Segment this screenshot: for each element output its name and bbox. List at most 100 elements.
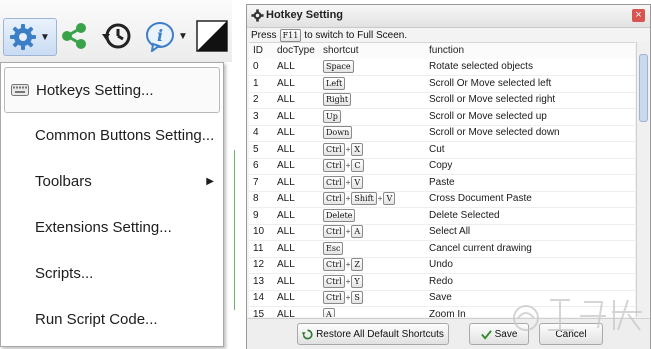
hotkey-table-body: 0 ALL Space Rotate selected objects 1 ALL Left…	[249, 59, 635, 317]
row-function: Zoom In	[429, 308, 466, 318]
key-badge: Left	[323, 76, 346, 90]
row-doctype: ALL	[277, 61, 295, 72]
row-function: Cross Document Paste	[429, 193, 532, 204]
shortcut-cell[interactable]: Up	[323, 109, 341, 123]
shortcut-cell[interactable]: Esc	[323, 241, 344, 255]
watermark-logo	[513, 299, 642, 331]
shortcut-cell[interactable]: Ctrl + S	[323, 291, 363, 304]
help-dropdown-button[interactable]: i ▼	[144, 18, 192, 54]
scrollbar-thumb[interactable]	[639, 54, 648, 122]
menu-item-extensions-setting[interactable]: Extensions Setting...	[4, 205, 218, 249]
row-id: 3	[253, 110, 259, 122]
row-id: 2	[253, 94, 259, 105]
row-function: Redo	[429, 275, 453, 287]
history-icon	[101, 20, 133, 52]
key-badge: S	[351, 291, 363, 304]
shortcut-cell[interactable]: Ctrl + Z	[323, 258, 363, 271]
fullscreen-hint: Press F11 to switch to Full Sceen.	[251, 29, 407, 42]
row-doctype: ALL	[277, 94, 295, 105]
row-doctype: ALL	[277, 127, 295, 138]
column-header-shortcut[interactable]: shortcut	[323, 45, 359, 56]
table-row[interactable]: 7 ALL Ctrl + V Paste	[249, 175, 635, 192]
key-separator: +	[345, 260, 351, 269]
toolbar: ▼ i ▼	[0, 0, 232, 63]
table-row[interactable]: 5 ALL Ctrl + X Cut	[249, 142, 635, 159]
row-id: 5	[253, 143, 259, 155]
restore-defaults-button[interactable]: Restore All Default Shortcuts	[297, 323, 449, 345]
key-badge: V	[383, 192, 396, 205]
key-badge: Ctrl	[323, 192, 345, 205]
row-doctype: ALL	[277, 259, 295, 270]
key-separator: +	[345, 161, 351, 170]
contrast-button[interactable]	[196, 18, 230, 54]
menu-item-hotkeys-setting[interactable]: Hotkeys Setting...	[4, 67, 220, 113]
dialog-titlebar[interactable]: Hotkey Setting ×	[247, 5, 650, 28]
table-row[interactable]: 11 ALL Esc Cancel current drawing	[249, 241, 635, 258]
table-row[interactable]: 8 ALL Ctrl + Shift + V Cross Document Paste	[249, 191, 635, 208]
row-id: 0	[253, 61, 259, 72]
gear-icon	[8, 22, 38, 52]
key-badge: Ctrl	[323, 258, 345, 271]
column-header-function[interactable]: function	[429, 45, 464, 56]
row-id: 8	[253, 193, 259, 204]
row-id: 1	[253, 77, 259, 89]
shortcut-cell[interactable]: Ctrl + X	[323, 142, 364, 156]
row-doctype: ALL	[277, 242, 295, 254]
key-badge: Right	[323, 93, 352, 106]
vertical-scrollbar[interactable]	[636, 42, 649, 317]
key-badge: Ctrl	[323, 225, 345, 238]
shortcut-cell[interactable]: Right	[323, 93, 352, 106]
row-doctype: ALL	[277, 110, 295, 122]
shortcut-cell[interactable]: Ctrl + V	[323, 175, 364, 189]
key-badge: Down	[323, 126, 353, 139]
table-row[interactable]: 6 ALL Ctrl + C Copy	[249, 158, 635, 175]
row-doctype: ALL	[277, 143, 295, 155]
key-separator: +	[345, 276, 351, 286]
key-badge: A	[323, 307, 335, 317]
table-row[interactable]: 10 ALL Ctrl + A Select All	[249, 224, 635, 241]
table-row[interactable]: 0 ALL Space Rotate selected objects	[249, 59, 635, 76]
shortcut-cell[interactable]: A	[323, 307, 335, 317]
row-id: 10	[253, 226, 265, 237]
key-badge: Space	[323, 60, 354, 73]
key-badge: Shift	[351, 192, 377, 205]
menu-item-label: Scripts...	[35, 264, 94, 282]
shortcut-cell[interactable]: Ctrl + A	[323, 225, 364, 238]
key-badge: Ctrl	[323, 159, 345, 172]
row-function: Cut	[429, 143, 445, 155]
shortcut-cell[interactable]: Delete	[323, 208, 356, 222]
row-doctype: ALL	[277, 176, 295, 188]
table-row[interactable]: 12 ALL Ctrl + Z Undo	[249, 257, 635, 274]
column-header-id[interactable]: ID	[253, 45, 263, 56]
shortcut-cell[interactable]: Ctrl + Shift + V	[323, 192, 396, 205]
key-badge: Delete	[323, 208, 356, 222]
shortcut-cell[interactable]: Space	[323, 60, 354, 73]
row-function: Scroll or Move selected right	[429, 94, 556, 105]
row-doctype: ALL	[277, 193, 295, 204]
table-row[interactable]: 9 ALL Delete Delete Selected	[249, 208, 635, 225]
table-row[interactable]: 4 ALL Down Scroll or Move selected down	[249, 125, 635, 142]
shortcut-cell[interactable]: Ctrl + Y	[323, 274, 363, 288]
share-button[interactable]	[60, 18, 94, 54]
row-function: Copy	[429, 160, 453, 171]
key-separator: +	[345, 293, 351, 302]
column-header-doctype[interactable]: docType	[277, 45, 315, 56]
history-button[interactable]	[101, 18, 139, 54]
key-badge: Ctrl	[323, 142, 345, 156]
close-button[interactable]: ×	[632, 9, 645, 22]
shortcut-cell[interactable]: Left	[323, 76, 346, 90]
settings-dropdown-button[interactable]: ▼	[3, 18, 57, 56]
menu-item-run-script-code[interactable]: Run Script Code...	[4, 297, 218, 341]
table-row[interactable]: 2 ALL Right Scroll or Move selected right	[249, 92, 635, 109]
menu-item-scripts[interactable]: Scripts...	[4, 251, 218, 295]
menu-item-toolbars[interactable]: Toolbars ▶	[4, 159, 218, 203]
menu-item-common-buttons-setting[interactable]: Common Buttons Setting...	[4, 113, 218, 157]
table-row[interactable]: 1 ALL Left Scroll Or Move selected left	[249, 76, 635, 93]
table-row[interactable]: 3 ALL Up Scroll or Move selected up	[249, 109, 635, 126]
gear-icon	[251, 9, 264, 22]
shortcut-cell[interactable]: Down	[323, 126, 353, 139]
shortcut-cell[interactable]: Ctrl + C	[323, 159, 364, 172]
row-function: Undo	[429, 259, 453, 270]
key-badge: A	[351, 225, 364, 238]
row-doctype: ALL	[277, 209, 295, 221]
